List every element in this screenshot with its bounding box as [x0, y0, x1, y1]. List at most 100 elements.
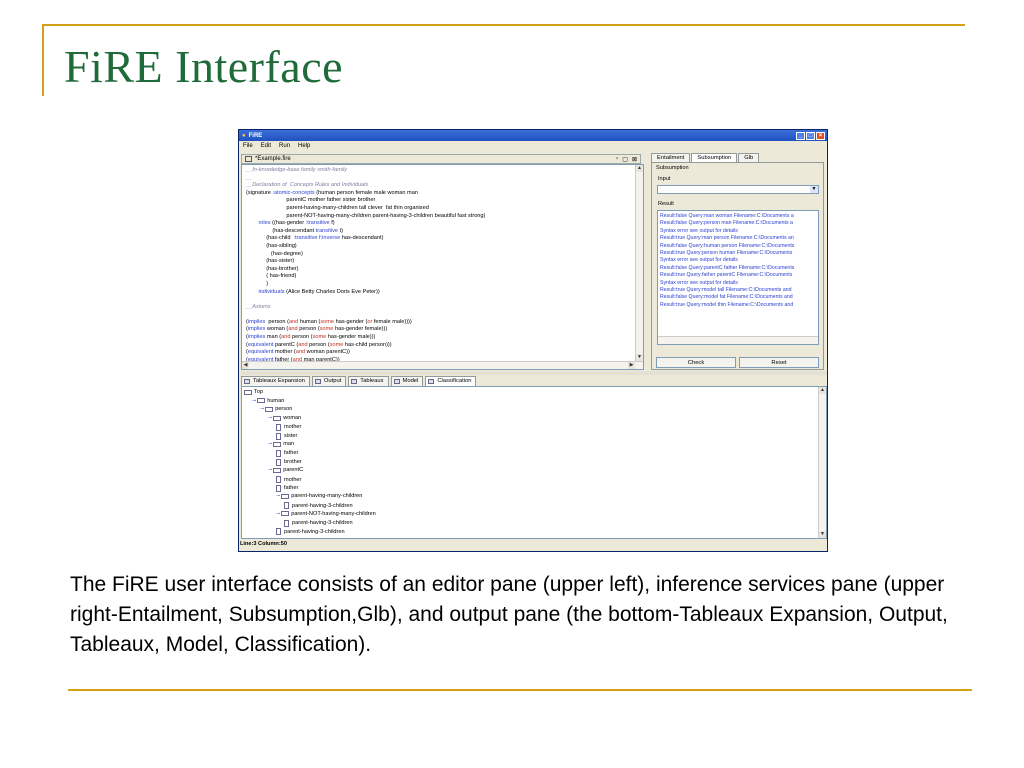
editor-tab-title[interactable]: *Example.fire [255, 156, 291, 162]
window-title: FiRE [248, 132, 263, 139]
scroll-down-icon[interactable]: ▼ [819, 531, 826, 538]
menu-run[interactable]: Run [279, 143, 290, 149]
tree-node[interactable]: ⊸ parentC [268, 467, 303, 473]
result-item[interactable]: Result:true Query:person human Filename:… [660, 250, 792, 256]
code-line: (implies woman (and person (some has-gen… [246, 326, 388, 333]
result-item[interactable]: Result:false Query:man woman Filename:C:… [660, 213, 794, 219]
result-list[interactable]: Result:false Query:man woman Filename:C:… [657, 210, 819, 345]
expand-toggle-icon[interactable]: ⊸ [252, 398, 256, 404]
menu-bar: File Edit Run Help [239, 141, 827, 150]
code-line: (has-descendant transitive t) [246, 227, 344, 234]
chevron-down-icon[interactable]: ▼ [810, 186, 818, 193]
code-line: __ [246, 174, 253, 181]
result-item[interactable]: Syntax error see output for details [660, 257, 738, 263]
close-button[interactable]: × [816, 131, 825, 140]
tree-node-label: sister [284, 433, 298, 439]
menu-edit[interactable]: Edit [261, 143, 271, 149]
tree-node[interactable]: ⊸ human [252, 398, 284, 404]
output-pane[interactable]: Top ⊸ human ⊸ person ⊸ woman mother sister ⊸ man fa… [241, 386, 827, 539]
output-vertical-scrollbar[interactable]: ▲ ▼ [818, 387, 826, 538]
tree-node[interactable]: sister [276, 432, 298, 440]
check-button[interactable]: Check [656, 357, 736, 368]
scroll-left-icon[interactable]: ◀ [242, 362, 249, 369]
result-item[interactable]: Result:true Query:man person Filename:C:… [660, 235, 794, 241]
document-icon [245, 156, 252, 162]
result-item[interactable]: Result:true Query:father parentC Filenam… [660, 272, 792, 278]
editor-horizontal-scrollbar[interactable]: ◀ ▶ [242, 361, 643, 369]
scroll-up-icon[interactable]: ▲ [819, 387, 826, 394]
expand-toggle-icon[interactable]: ⊸ [268, 467, 272, 473]
result-item[interactable]: Result:false Query:person man Filename:C… [660, 220, 793, 226]
expand-toggle-icon[interactable]: ⊸ [268, 441, 272, 447]
tree-node[interactable]: ⊸ person [260, 406, 292, 412]
editor-minimize-icon[interactable]: ▫ [616, 156, 618, 163]
result-item[interactable]: Syntax error see output for details [660, 280, 738, 286]
tree-node[interactable]: father [276, 449, 298, 457]
subsumption-group-label: Subsumption [656, 165, 689, 171]
folder-icon [273, 467, 282, 473]
scroll-right-icon[interactable]: ▶ [628, 362, 635, 369]
output-icon [314, 379, 321, 384]
code-line: __Axioms [246, 303, 271, 310]
result-item[interactable]: Result:false Query:model fat Filename:C:… [660, 294, 793, 300]
editor-pane[interactable]: __In-knowledge-base family smith-family _… [241, 164, 644, 370]
tree-node[interactable]: brother [276, 458, 302, 466]
expand-toggle-icon[interactable]: ⊸ [268, 415, 272, 421]
tree-node[interactable]: parent-having-3-children [276, 528, 345, 536]
editor-code[interactable]: __In-knowledge-base family smith-family _… [246, 167, 485, 364]
code-line: __Declaration of Concepts Rules and Indi… [246, 182, 369, 189]
tree-node-label: Top [254, 389, 264, 395]
tree-node-label: woman [283, 415, 302, 422]
tree-node[interactable]: father [276, 484, 298, 492]
file-icon [276, 432, 281, 440]
tree-node[interactable]: ⊸ parent-having-many-children [276, 493, 362, 499]
status-bar: Line:3 Column:50 [240, 541, 287, 547]
menu-help[interactable]: Help [298, 143, 310, 149]
minimize-button[interactable]: _ [796, 131, 805, 140]
result-item[interactable]: Result:true Query:model thin Filename:C:… [660, 302, 793, 308]
file-icon [276, 476, 281, 483]
tree-node[interactable]: ⊸ man [268, 441, 294, 447]
menu-file[interactable]: File [243, 143, 253, 149]
scroll-up-icon[interactable]: ▲ [636, 165, 643, 172]
code-line: (implies man (and person (some has-gende… [246, 334, 376, 341]
tree-node-label: mother [284, 476, 302, 483]
editor-header: *Example.fire ▫ ▢ ⊠ [241, 154, 641, 164]
tree-node[interactable]: ⊸ parent-NOT-having-many-children [276, 511, 376, 517]
editor-close-icon[interactable]: ⊠ [632, 156, 637, 163]
expand-toggle-icon[interactable]: ⊸ [276, 511, 280, 517]
editor-restore-icon[interactable]: ▢ [622, 156, 628, 163]
pane-splitter[interactable] [241, 371, 827, 375]
scroll-down-icon[interactable]: ▼ [636, 354, 643, 361]
tab-subsumption[interactable]: Subsumption [691, 153, 738, 162]
tree-node[interactable]: mother [276, 476, 301, 483]
result-horizontal-scrollbar[interactable] [658, 336, 818, 344]
result-item[interactable]: Result:false Query:human person Filename… [660, 243, 794, 249]
tab-glb[interactable]: Glb [738, 153, 760, 162]
tree-node[interactable]: mother [276, 423, 302, 431]
expand-toggle-icon[interactable]: ⊸ [260, 406, 264, 412]
tree-node[interactable]: ⊸ woman [268, 415, 301, 421]
result-item[interactable]: Syntax error see output for details [660, 228, 738, 234]
tree-node-label: mother [284, 424, 302, 431]
reset-button[interactable]: Reset [739, 357, 819, 368]
code-line: parent-NOT-having-many-children parent-h… [246, 212, 486, 219]
query-input[interactable]: ▼ [657, 185, 819, 194]
folder-icon [281, 511, 290, 517]
result-label: Result [658, 201, 674, 207]
tableaux-expansion-icon [244, 379, 250, 384]
code-line: (equivalent parentC (and person (some ha… [246, 341, 392, 348]
tree-node[interactable]: parent-having-3-children [284, 519, 353, 527]
tree-node[interactable]: Top [244, 389, 263, 395]
result-item[interactable]: Result:false Query:parentC father Filena… [660, 265, 794, 271]
tab-entailment[interactable]: Entailment [651, 153, 691, 162]
maximize-button[interactable]: □ [806, 131, 815, 140]
code-line: ( has-friend) [246, 273, 297, 280]
code-line: roles ((has-gender :transitive f) [258, 220, 335, 227]
code-line: parentC mother father sister brother [246, 197, 376, 204]
expand-toggle-icon[interactable]: ⊸ [276, 493, 280, 499]
tree-node[interactable]: parent-having-3-children [284, 502, 353, 510]
editor-vertical-scrollbar[interactable]: ▲ ▼ [635, 165, 643, 369]
services-tabs: Entailment Subsumption Glb [651, 153, 824, 162]
result-item[interactable]: Result:true Query:model tall Filename:C:… [660, 287, 791, 293]
